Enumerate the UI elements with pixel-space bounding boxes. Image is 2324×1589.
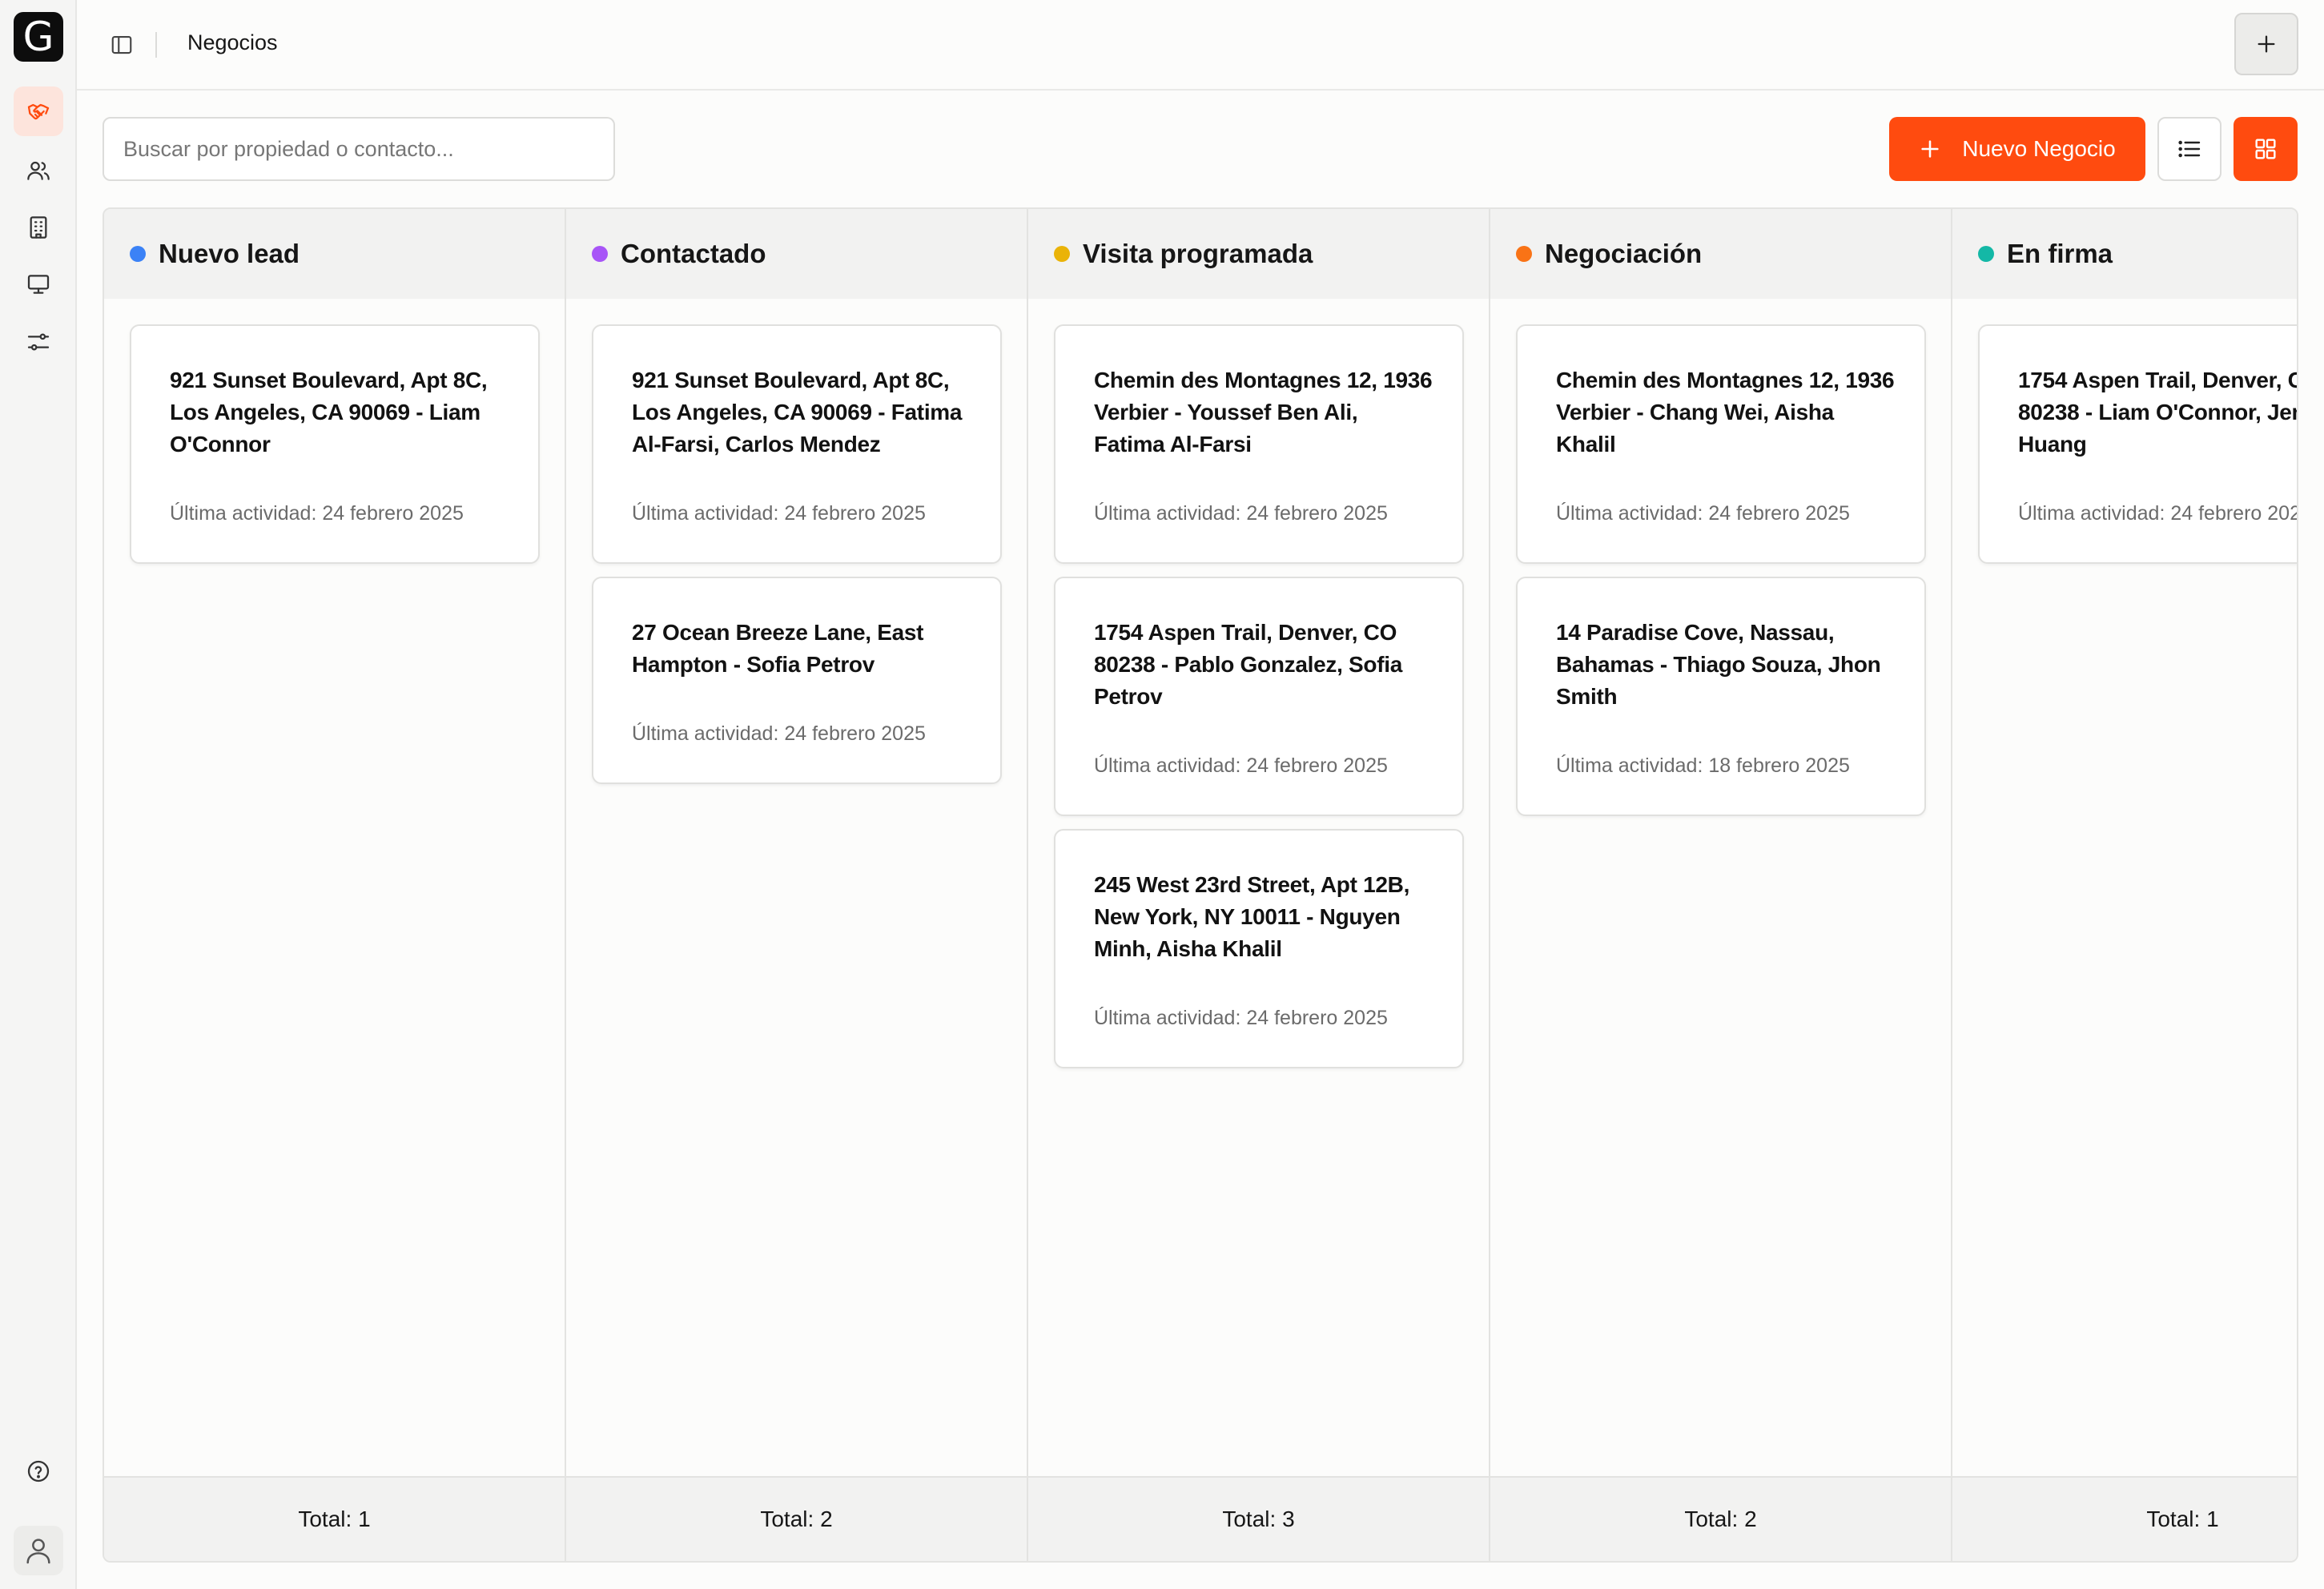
column-total: Total: 1 xyxy=(104,1476,565,1561)
plus-icon xyxy=(1921,140,1939,158)
stage-dot-icon xyxy=(592,246,608,262)
board-column: En firma 1754 Aspen Trail, Denver, CO 802… xyxy=(1952,209,2298,1561)
board-column: Negociación Chemin des Montagnes 12, 1936… xyxy=(1490,209,1952,1561)
deal-card-last-activity: Última actividad: 24 febrero 2025 xyxy=(2018,502,2298,525)
board-column: Contactado 921 Sunset Boulevard, Apt 8C, … xyxy=(566,209,1028,1561)
rail-item-presentations[interactable] xyxy=(14,259,63,309)
column-header: Contactado xyxy=(566,209,1027,299)
column-title: Visita programada xyxy=(1083,239,1313,268)
deal-card-last-activity: Última actividad: 24 febrero 2025 xyxy=(632,502,926,525)
deal-card-title: 921 Sunset Boulevard, Apt 8C, Los Angele… xyxy=(170,368,488,457)
page-header: Negocios xyxy=(77,0,2324,91)
column-total: Total: 1 xyxy=(1952,1476,2297,1561)
kanban-board: Nuevo lead 921 Sunset Boulevard, Apt 8C, … xyxy=(103,207,2298,1563)
deal-card[interactable]: Chemin des Montagnes 12, 1936 Verbier - … xyxy=(1516,324,1926,564)
rail-item-properties[interactable] xyxy=(14,203,63,252)
deal-card-title: 1754 Aspen Trail, Denver, CO 80238 - Pab… xyxy=(1094,620,1402,709)
deal-card-last-activity: Última actividad: 24 febrero 2025 xyxy=(1094,1007,1388,1029)
new-deal-label: Nuevo Negocio xyxy=(1962,136,2116,161)
monitor-icon xyxy=(27,275,50,294)
deal-card-title: Chemin des Montagnes 12, 1936 Verbier - … xyxy=(1094,368,1433,457)
deal-card-last-activity: Última actividad: 24 febrero 2025 xyxy=(170,502,464,525)
user-icon xyxy=(26,1539,50,1564)
column-title: Nuevo lead xyxy=(159,239,300,268)
rail-item-settings[interactable] xyxy=(14,317,63,367)
new-deal-button[interactable]: Nuevo Negocio xyxy=(1889,117,2145,181)
header-divider xyxy=(155,32,157,58)
column-header: Visita programada xyxy=(1028,209,1489,299)
deal-card-title: 14 Paradise Cove, Nassau, Bahamas - Thia… xyxy=(1556,620,1881,709)
column-total: Total: 2 xyxy=(1490,1476,1951,1561)
deal-card[interactable]: 14 Paradise Cove, Nassau, Bahamas - Thia… xyxy=(1516,577,1926,816)
column-total: Total: 3 xyxy=(1028,1476,1489,1561)
column-cards: 921 Sunset Boulevard, Apt 8C, Los Angele… xyxy=(104,299,565,564)
column-header: Nuevo lead xyxy=(104,209,565,299)
search-input[interactable] xyxy=(103,117,615,181)
handshake-icon xyxy=(27,103,50,120)
deal-card[interactable]: Chemin des Montagnes 12, 1936 Verbier - … xyxy=(1054,324,1464,564)
column-total: Total: 2 xyxy=(566,1476,1027,1561)
deal-card-last-activity: Última actividad: 24 febrero 2025 xyxy=(1094,502,1388,525)
deal-card-title: Chemin des Montagnes 12, 1936 Verbier - … xyxy=(1556,368,1895,457)
left-rail: G xyxy=(0,0,77,1589)
deal-card[interactable]: 1754 Aspen Trail, Denver, CO 80238 - Pab… xyxy=(1054,577,1464,816)
header-add-button[interactable] xyxy=(2234,13,2298,75)
list-icon xyxy=(2178,140,2201,158)
users-icon xyxy=(27,161,50,180)
panel-left-icon xyxy=(111,35,132,54)
column-title: Negociación xyxy=(1545,239,1703,268)
deal-card-last-activity: Última actividad: 24 febrero 2025 xyxy=(632,722,926,745)
column-cards: Chemin des Montagnes 12, 1936 Verbier - … xyxy=(1028,299,1489,1068)
column-title: En firma xyxy=(2007,239,2113,268)
stage-dot-icon xyxy=(130,246,146,262)
board-column: Visita programada Chemin des Montagnes 12… xyxy=(1028,209,1490,1561)
stage-dot-icon xyxy=(1054,246,1070,262)
board-column: Nuevo lead 921 Sunset Boulevard, Apt 8C, … xyxy=(104,209,566,1561)
user-avatar-button[interactable] xyxy=(14,1526,63,1575)
sidebar-toggle-button[interactable] xyxy=(106,29,138,61)
deal-card[interactable]: 27 Ocean Breeze Lane, East Hampton - Sof… xyxy=(592,577,1002,784)
column-cards: 921 Sunset Boulevard, Apt 8C, Los Angele… xyxy=(566,299,1027,784)
board-view-button[interactable] xyxy=(2234,117,2298,181)
deal-card-title: 1754 Aspen Trail, Denver, CO 80238 - Lia… xyxy=(2018,368,2298,457)
stage-dot-icon xyxy=(1978,246,1994,262)
help-circle-icon xyxy=(27,1460,50,1482)
deal-card-last-activity: Última actividad: 24 febrero 2025 xyxy=(1556,502,1850,525)
deal-card[interactable]: 245 West 23rd Street, Apt 12B, New York,… xyxy=(1054,829,1464,1068)
deal-card-title: 921 Sunset Boulevard, Apt 8C, Los Angele… xyxy=(632,368,963,457)
app-logo[interactable]: G xyxy=(14,12,63,62)
column-header: En firma xyxy=(1952,209,2297,299)
deal-card[interactable]: 1754 Aspen Trail, Denver, CO 80238 - Lia… xyxy=(1978,324,2298,564)
deal-card-last-activity: Última actividad: 18 febrero 2025 xyxy=(1556,754,1850,777)
page-title: Negocios xyxy=(187,30,278,54)
stage-dot-icon xyxy=(1516,246,1532,262)
help-button[interactable] xyxy=(14,1446,63,1496)
rail-item-contacts[interactable] xyxy=(14,146,63,195)
sliders-icon xyxy=(27,333,50,351)
rail-item-deals[interactable] xyxy=(14,86,63,136)
deal-card[interactable]: 921 Sunset Boulevard, Apt 8C, Los Angele… xyxy=(592,324,1002,564)
list-view-button[interactable] xyxy=(2157,117,2221,181)
building-icon xyxy=(30,216,47,239)
plus-icon xyxy=(2258,35,2275,53)
deal-card-title: 245 West 23rd Street, Apt 12B, New York,… xyxy=(1094,872,1410,961)
deal-card-last-activity: Última actividad: 24 febrero 2025 xyxy=(1094,754,1388,777)
column-cards: 1754 Aspen Trail, Denver, CO 80238 - Lia… xyxy=(1952,299,2298,564)
column-header: Negociación xyxy=(1490,209,1951,299)
grid-icon xyxy=(2255,139,2276,159)
column-title: Contactado xyxy=(621,239,766,268)
deal-card-title: 27 Ocean Breeze Lane, East Hampton - Sof… xyxy=(632,620,924,677)
deal-card[interactable]: 921 Sunset Boulevard, Apt 8C, Los Angele… xyxy=(130,324,540,564)
board-columns: Nuevo lead 921 Sunset Boulevard, Apt 8C, … xyxy=(104,209,2298,1561)
column-cards: Chemin des Montagnes 12, 1936 Verbier - … xyxy=(1490,299,1951,816)
